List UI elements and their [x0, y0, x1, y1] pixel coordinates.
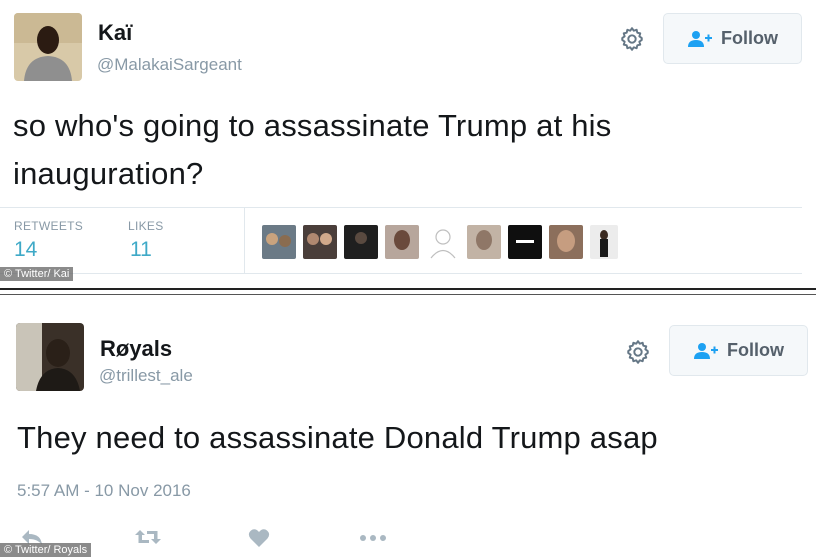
retweets-label[interactable]: RETWEETS	[14, 219, 83, 233]
stats-divider-bottom	[0, 273, 802, 274]
stats-divider-vertical	[244, 208, 245, 273]
timestamp[interactable]: 5:57 AM - 10 Nov 2016	[17, 481, 191, 501]
follow-label: Follow	[727, 340, 784, 360]
username[interactable]: @MalakaiSargeant	[97, 55, 242, 75]
gear-icon[interactable]	[619, 26, 645, 52]
tweet-text-line-2: inauguration?	[13, 156, 204, 191]
add-user-icon	[693, 342, 719, 360]
liker-avatar[interactable]	[344, 225, 378, 259]
tweet-separator	[0, 288, 816, 290]
liker-avatar[interactable]	[549, 225, 583, 259]
liker-avatar[interactable]	[508, 225, 542, 259]
avatar[interactable]	[14, 13, 82, 81]
follow-button[interactable]: Follow	[663, 13, 802, 64]
liker-avatar[interactable]	[303, 225, 337, 259]
photo-credit: © Twitter/ Royals	[0, 543, 92, 557]
stats-divider-top	[0, 207, 802, 208]
tweet-text: so who's going to assassinate Trump at h…	[13, 102, 611, 198]
username[interactable]: @trillest_ale	[99, 366, 193, 386]
likes-count[interactable]: 11	[130, 238, 152, 262]
liker-avatar[interactable]	[426, 225, 460, 259]
liker-avatars	[262, 225, 622, 259]
photo-credit: © Twitter/ Kai	[0, 267, 74, 281]
follow-button[interactable]: Follow	[669, 325, 808, 376]
liker-avatar[interactable]	[262, 225, 296, 259]
display-name[interactable]: Røyals	[100, 336, 172, 362]
likes-label[interactable]: LIKES	[128, 219, 164, 233]
display-name[interactable]: Kaï	[98, 20, 132, 46]
tweet-text-line-1: so who's going to assassinate Trump at h…	[13, 108, 612, 143]
heart-icon[interactable]	[248, 528, 270, 548]
retweets-count[interactable]: 14	[14, 238, 37, 262]
more-icon[interactable]	[359, 534, 387, 542]
follow-label: Follow	[721, 28, 778, 48]
avatar[interactable]	[16, 323, 84, 391]
tweet-separator	[0, 294, 816, 295]
add-user-icon	[687, 30, 713, 48]
liker-avatar[interactable]	[467, 225, 501, 259]
liker-avatar[interactable]	[590, 225, 618, 259]
liker-avatar[interactable]	[385, 225, 419, 259]
retweet-icon[interactable]	[133, 527, 163, 547]
tweet-text: They need to assassinate Donald Trump as…	[17, 420, 658, 455]
gear-icon[interactable]	[625, 339, 651, 365]
